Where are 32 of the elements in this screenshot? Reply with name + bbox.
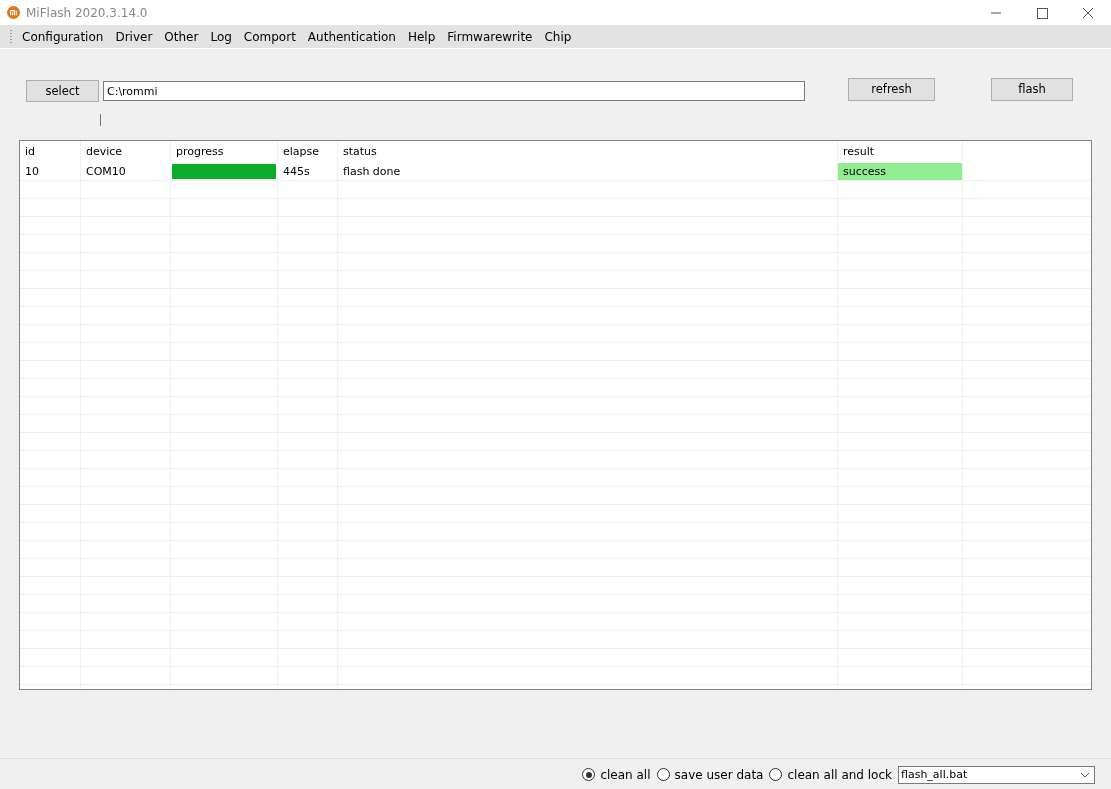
menu-item[interactable]: Help [401,27,442,46]
menu-item[interactable]: Configuration [16,27,110,46]
radio-label[interactable]: save user data [674,767,764,782]
caret-icon[interactable] [1080,771,1090,778]
column-header[interactable]: elapse [278,141,338,163]
radio-button[interactable] [582,768,596,781]
flash-button[interactable]: flash [991,77,1073,101]
table-cell: 445s [278,163,338,180]
radio-label[interactable]: clean all and lock [787,767,892,782]
radio-button[interactable] [656,768,670,781]
table-cell: 10 [20,163,81,180]
column-header[interactable]: progress [171,141,278,163]
radio-label[interactable]: clean all [600,767,651,782]
menu-item[interactable]: Authentication [301,27,402,46]
menu-item[interactable]: Firmwarewrite [441,27,539,46]
window-title: MiFlash 2020.3.14.0 [26,5,148,20]
menu-item[interactable]: Driver [109,27,159,46]
script-dropdown[interactable]: flash_all.bat [898,765,1095,784]
menu-item[interactable]: Chip [538,27,578,46]
column-header[interactable]: id [20,141,81,163]
result-cell: success [838,163,963,180]
select-button[interactable]: select [26,80,99,102]
column-header[interactable]: device [81,141,171,163]
menu-item[interactable]: Other [158,27,205,46]
table-cell: COM10 [81,163,171,180]
path-field[interactable]: C:\rommi [103,81,805,101]
app-logo-icon [7,6,20,19]
menu-item[interactable]: Comport [237,27,302,46]
radio-button[interactable] [769,768,783,781]
menu-item[interactable]: Log [204,27,238,46]
column-header[interactable]: status [338,141,838,163]
refresh-button[interactable]: refresh [848,77,935,101]
